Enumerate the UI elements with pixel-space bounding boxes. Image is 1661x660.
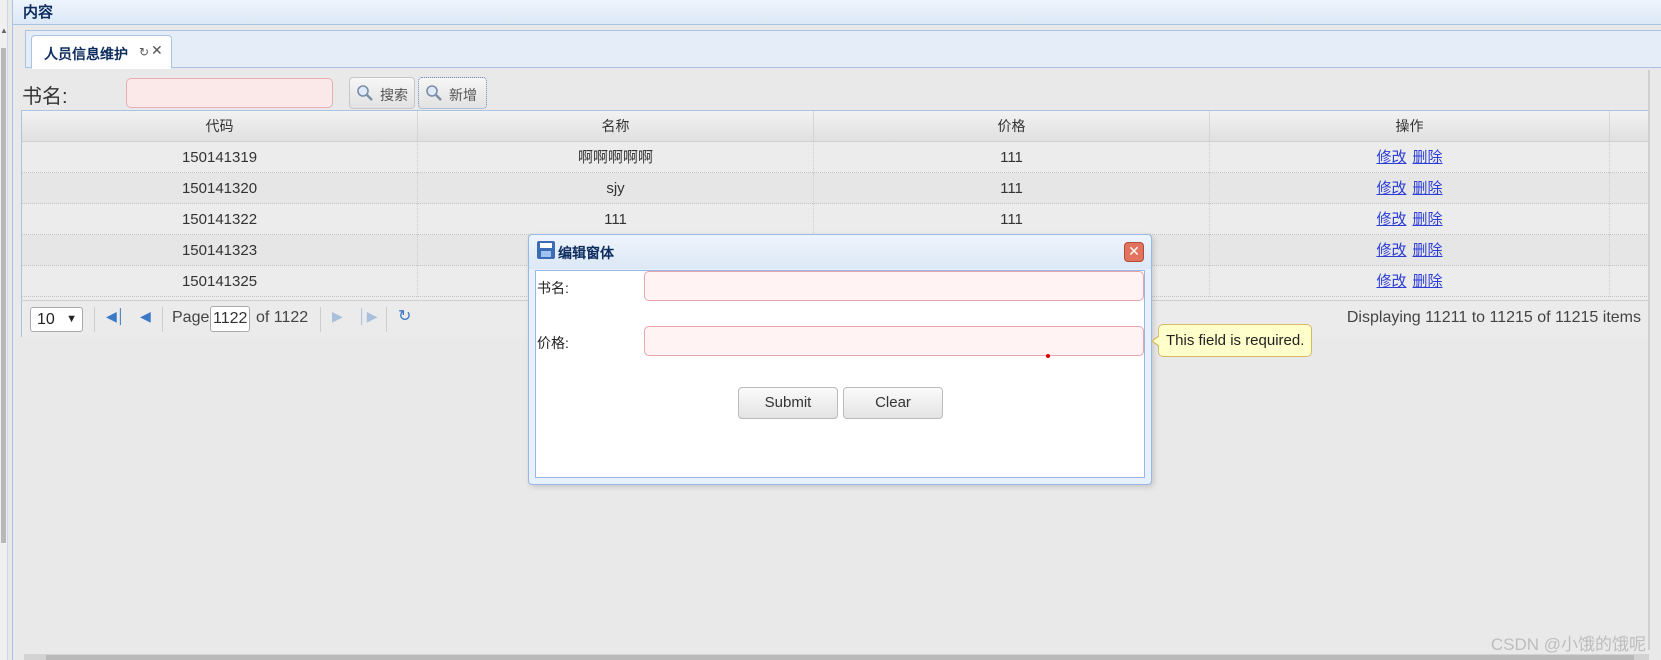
search-button-label: 搜索 [380,87,408,103]
tabs-header: 人员信息维护 ↻ ✕ [25,30,1661,69]
next-page-icon[interactable]: ▶ [332,308,343,325]
edit-link[interactable]: 修改 [1376,273,1406,290]
cell-code: 150141322 [22,204,418,235]
refresh-icon[interactable]: ↻ [139,45,149,59]
grid-header: 代码 名称 价格 操作 [22,110,1649,142]
divider [94,307,95,332]
panel-title: 内容 [23,4,54,21]
cell-price: 111 [814,204,1210,235]
table-row[interactable]: 150141322 111 111 修改 删除 [22,204,1649,235]
edit-link[interactable]: 修改 [1376,180,1406,197]
table-row[interactable]: 150141319 啊啊啊啊啊 111 修改 删除 [22,142,1649,173]
close-icon[interactable]: ✕ [151,42,163,59]
bookname-field[interactable] [644,271,1144,301]
delete-link[interactable]: 删除 [1413,149,1443,166]
bookname-label: 书名: [22,86,68,108]
column-header-price[interactable]: 价格 [814,111,1210,142]
divider [386,307,387,332]
horizontal-scrollbar[interactable] [24,654,1649,660]
add-button-label: 新增 [449,87,477,103]
column-header-code[interactable]: 代码 [22,111,418,142]
edit-dialog: 编辑窗体 ✕ 书名: 价格: Submit Clear [528,234,1152,485]
divider [320,307,321,332]
cell-actions: 修改 删除 [1210,266,1610,297]
column-header-name[interactable]: 名称 [418,111,814,142]
cell-code: 150141320 [22,173,418,204]
save-icon [537,241,555,259]
cursor-marker [1046,354,1050,358]
price-field[interactable] [644,326,1144,356]
delete-link[interactable]: 删除 [1413,242,1443,259]
table-row[interactable]: 150141320 sjy 111 修改 删除 [22,173,1649,204]
edit-link[interactable]: 修改 [1376,242,1406,259]
cell-actions: 修改 删除 [1210,204,1610,235]
panel-header: 内容 [13,0,1661,25]
pagination-info: Displaying 11211 to 11215 of 11215 items [1346,309,1641,326]
cell-name: 111 [418,204,814,235]
horizontal-scroll-thumb[interactable] [46,655,1634,660]
cell-name: sjy [418,173,814,204]
cell-price: 111 [814,142,1210,173]
last-page-icon[interactable]: │▶ [358,308,378,325]
tab-person-info[interactable]: 人员信息维护 ↻ ✕ [31,35,172,69]
divider [162,307,163,332]
first-page-icon[interactable]: ◀│ [106,308,126,325]
scroll-up-icon[interactable]: ▲ [0,26,8,35]
magnifier-icon [425,84,443,105]
dialog-title: 编辑窗体 [558,245,614,261]
column-header-actions[interactable]: 操作 [1210,111,1610,142]
delete-link[interactable]: 删除 [1413,273,1443,290]
cell-price: 111 [814,173,1210,204]
page-number-input[interactable]: 1122 [210,306,250,332]
validation-tooltip: This field is required. [1150,324,1313,357]
bookname-field-label: 书名: [537,280,569,296]
bookname-search-input[interactable] [126,78,333,108]
dialog-header[interactable]: 编辑窗体 ✕ [529,235,1151,269]
delete-link[interactable]: 删除 [1413,211,1443,228]
scroll-thumb[interactable] [1,48,6,543]
dialog-body: 书名: 价格: Submit Clear [535,270,1145,478]
submit-button[interactable]: Submit [738,387,838,419]
tab-label: 人员信息维护 [44,46,128,62]
clear-button[interactable]: Clear [843,387,943,419]
chevron-down-icon: ▼ [66,313,77,325]
cell-actions: 修改 删除 [1210,142,1610,173]
page-of-label: of 1122 [256,309,309,326]
edit-link[interactable]: 修改 [1376,211,1406,228]
search-button[interactable]: 搜索 [349,77,415,109]
refresh-icon[interactable]: ↻ [398,306,411,326]
page-size-select[interactable]: 10 ▼ [30,307,83,332]
dialog-close-button[interactable]: ✕ [1124,242,1144,262]
cell-name: 啊啊啊啊啊 [418,142,814,173]
watermark: CSDN @小饿的饿呢 [1490,635,1646,654]
vertical-scrollbar[interactable] [1648,70,1650,650]
left-edge-scrollbar[interactable]: ▲ [0,0,8,660]
magnifier-icon [356,84,374,105]
cell-code: 150141319 [22,142,418,173]
page-size-value: 10 [37,311,55,328]
price-field-label: 价格: [537,335,569,351]
add-button[interactable]: 新增 [418,77,487,109]
cell-actions: 修改 删除 [1210,173,1610,204]
cell-code: 150141323 [22,235,418,266]
page-label: Page [172,309,210,326]
prev-page-icon[interactable]: ◀ [140,308,151,325]
delete-link[interactable]: 删除 [1413,180,1443,197]
cell-code: 150141325 [22,266,418,297]
edit-link[interactable]: 修改 [1376,149,1406,166]
cell-actions: 修改 删除 [1210,235,1610,266]
